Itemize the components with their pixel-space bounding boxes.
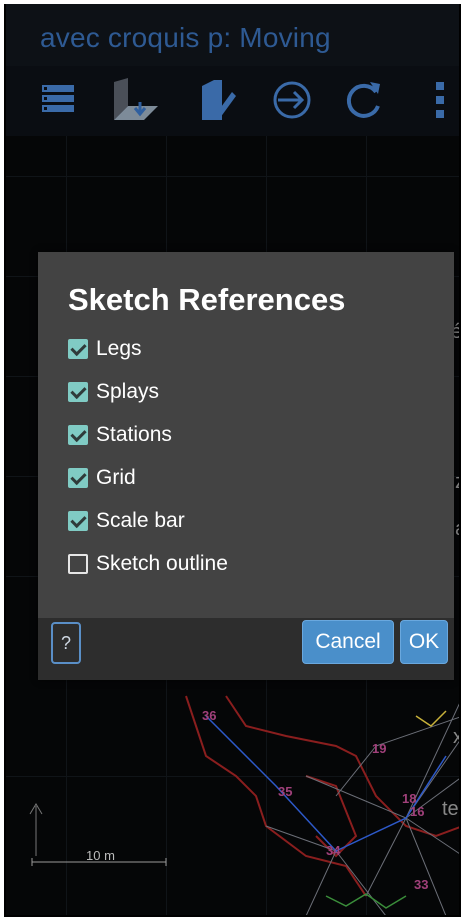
- help-button[interactable]: ?: [51, 622, 81, 664]
- station-label: 19: [372, 741, 387, 756]
- option-stations[interactable]: Stations: [68, 418, 368, 452]
- checkbox-checked-icon[interactable]: [68, 339, 88, 359]
- station-label: 35: [278, 784, 293, 799]
- refresh-icon[interactable]: [340, 76, 388, 124]
- checkbox-checked-icon[interactable]: [68, 425, 88, 445]
- window-title: avec croquis p: Moving: [40, 22, 331, 53]
- checkbox-checked-icon[interactable]: [68, 511, 88, 531]
- checkbox-unchecked-icon[interactable]: [68, 554, 88, 574]
- option-label: Legs: [96, 337, 142, 360]
- option-label: Stations: [96, 423, 172, 446]
- cancel-button[interactable]: Cancel: [302, 620, 394, 664]
- station-label: 33: [414, 877, 429, 892]
- edit-note-icon[interactable]: [196, 76, 244, 124]
- side-text: a: [455, 518, 459, 541]
- option-label: Splays: [96, 380, 160, 403]
- side-text: z: [455, 471, 459, 494]
- menu-list-icon[interactable]: [36, 76, 84, 124]
- option-sketch-outline[interactable]: Sketch outline: [68, 547, 368, 581]
- option-splays[interactable]: Splays: [68, 375, 368, 409]
- station-label: 36: [202, 708, 217, 723]
- arrow-circle-icon[interactable]: [268, 76, 316, 124]
- checkbox-checked-icon[interactable]: [68, 468, 88, 488]
- option-label: Grid: [96, 466, 136, 489]
- option-scale-bar[interactable]: Scale bar: [68, 504, 368, 538]
- option-label: Sketch outline: [96, 552, 228, 575]
- checkbox-checked-icon[interactable]: [68, 382, 88, 402]
- station-label: 34: [326, 843, 341, 858]
- station-label: 16: [410, 804, 425, 819]
- more-vert-icon[interactable]: [426, 76, 456, 124]
- dialog-title: Sketch References: [68, 282, 346, 317]
- option-label: Scale bar: [96, 509, 185, 532]
- toolbar: [6, 66, 459, 136]
- side-text: x: [453, 726, 459, 749]
- option-legs[interactable]: Legs: [68, 332, 368, 366]
- ok-button[interactable]: OK: [400, 620, 448, 664]
- option-grid[interactable]: Grid: [68, 461, 368, 495]
- sketch-references-dialog: Sketch References Legs Splays Stations G…: [38, 252, 454, 680]
- title-bar: avec croquis p: Moving: [6, 4, 459, 66]
- app-frame: avec croquis p: Moving 36 35 19 18 16 34…: [4, 4, 461, 917]
- side-text: te: [442, 798, 459, 820]
- scale-bar-label: 10 m: [86, 848, 115, 863]
- download-plane-icon[interactable]: [110, 76, 158, 124]
- dialog-footer: ? Cancel OK: [38, 618, 454, 680]
